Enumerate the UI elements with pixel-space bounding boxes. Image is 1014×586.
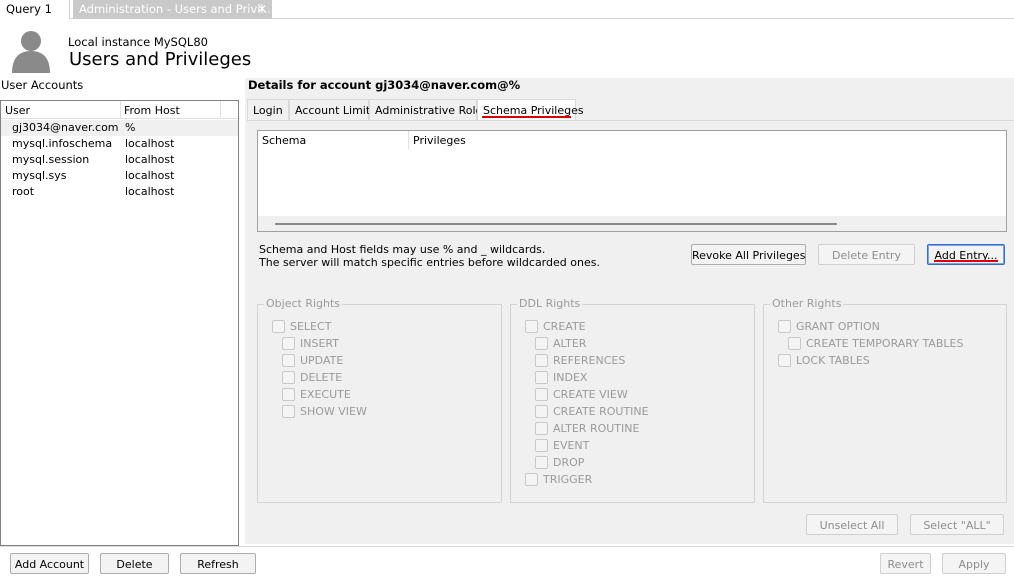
table-row[interactable]: mysql.infoschema localhost xyxy=(1,136,238,152)
tab-label: Login xyxy=(253,104,283,117)
group-title: Object Rights xyxy=(264,297,343,310)
details-title: Details for account gj3034@naver.com@% xyxy=(248,78,521,92)
tab-account-limits[interactable]: Account Limits xyxy=(289,99,376,120)
tab-label: Account Limits xyxy=(295,104,376,117)
wildcard-hint: Schema and Host fields may use % and _ w… xyxy=(259,243,546,256)
user-cell: mysql.sys xyxy=(12,169,67,182)
host-cell: localhost xyxy=(125,153,175,166)
delete-account-button[interactable]: Delete xyxy=(100,553,169,574)
page-title: Users and Privileges xyxy=(69,49,252,70)
instance-subtitle: Local instance MySQL80 xyxy=(68,35,208,49)
divider xyxy=(0,546,1014,547)
tab-administration-users[interactable]: Administration - Users and Privil... xyxy=(73,0,272,19)
column-header-schema[interactable]: Schema xyxy=(262,134,306,147)
table-header: User From Host xyxy=(1,101,238,119)
add-account-button[interactable]: Add Account xyxy=(10,553,89,574)
object-rights-group: Object Rights xyxy=(257,297,502,503)
host-cell: % xyxy=(125,121,136,134)
horizontal-scrollbar[interactable] xyxy=(258,216,1006,231)
tab-query-1[interactable]: Query 1 xyxy=(0,0,70,19)
user-cell: root xyxy=(12,185,35,198)
tab-label: Administrative Roles xyxy=(375,104,488,117)
other-rights-group: Other Rights xyxy=(763,297,1007,503)
column-header-user[interactable]: User xyxy=(5,104,30,117)
column-header-privileges[interactable]: Privileges xyxy=(413,134,466,147)
group-title: DDL Rights xyxy=(517,297,583,310)
column-header-from-host[interactable]: From Host xyxy=(124,104,180,117)
user-accounts-table: User From Host gj3034@naver.com % mysql.… xyxy=(0,100,239,546)
table-row[interactable]: mysql.session localhost xyxy=(1,152,238,168)
scrollbar-thumb[interactable] xyxy=(275,223,837,225)
delete-entry-button[interactable]: Delete Entry xyxy=(818,244,915,265)
revert-button[interactable]: Revert xyxy=(880,553,931,574)
host-cell: localhost xyxy=(125,169,175,182)
user-cell: mysql.session xyxy=(12,153,90,166)
wildcard-hint-2: The server will match specific entries b… xyxy=(259,256,600,269)
group-title: Other Rights xyxy=(770,297,844,310)
revoke-all-privileges-button[interactable]: Revoke All Privileges xyxy=(691,244,806,265)
refresh-button[interactable]: Refresh xyxy=(180,553,256,574)
select-all-button[interactable]: Select "ALL" xyxy=(910,514,1004,535)
tab-login[interactable]: Login xyxy=(247,99,289,120)
schema-privileges-table: Schema Privileges xyxy=(257,130,1007,232)
add-entry-button[interactable]: Add Entry... xyxy=(927,244,1005,265)
tab-schema-privileges[interactable]: Schema Privileges xyxy=(477,99,584,120)
host-cell: localhost xyxy=(125,137,175,150)
table-row[interactable]: root localhost xyxy=(1,184,238,200)
user-cell: mysql.infoschema xyxy=(12,137,113,150)
tab-administrative-roles[interactable]: Administrative Roles xyxy=(369,99,488,120)
table-row[interactable]: mysql.sys localhost xyxy=(1,168,238,184)
user-cell: gj3034@naver.com xyxy=(12,121,119,134)
apply-button[interactable]: Apply xyxy=(942,553,1006,574)
user-accounts-label: User Accounts xyxy=(1,78,84,92)
unselect-all-button[interactable]: Unselect All xyxy=(806,514,898,535)
close-icon[interactable]: ✕ xyxy=(256,3,268,15)
host-cell: localhost xyxy=(125,185,175,198)
table-row[interactable]: gj3034@naver.com % xyxy=(1,120,238,136)
user-avatar-icon xyxy=(10,29,52,73)
